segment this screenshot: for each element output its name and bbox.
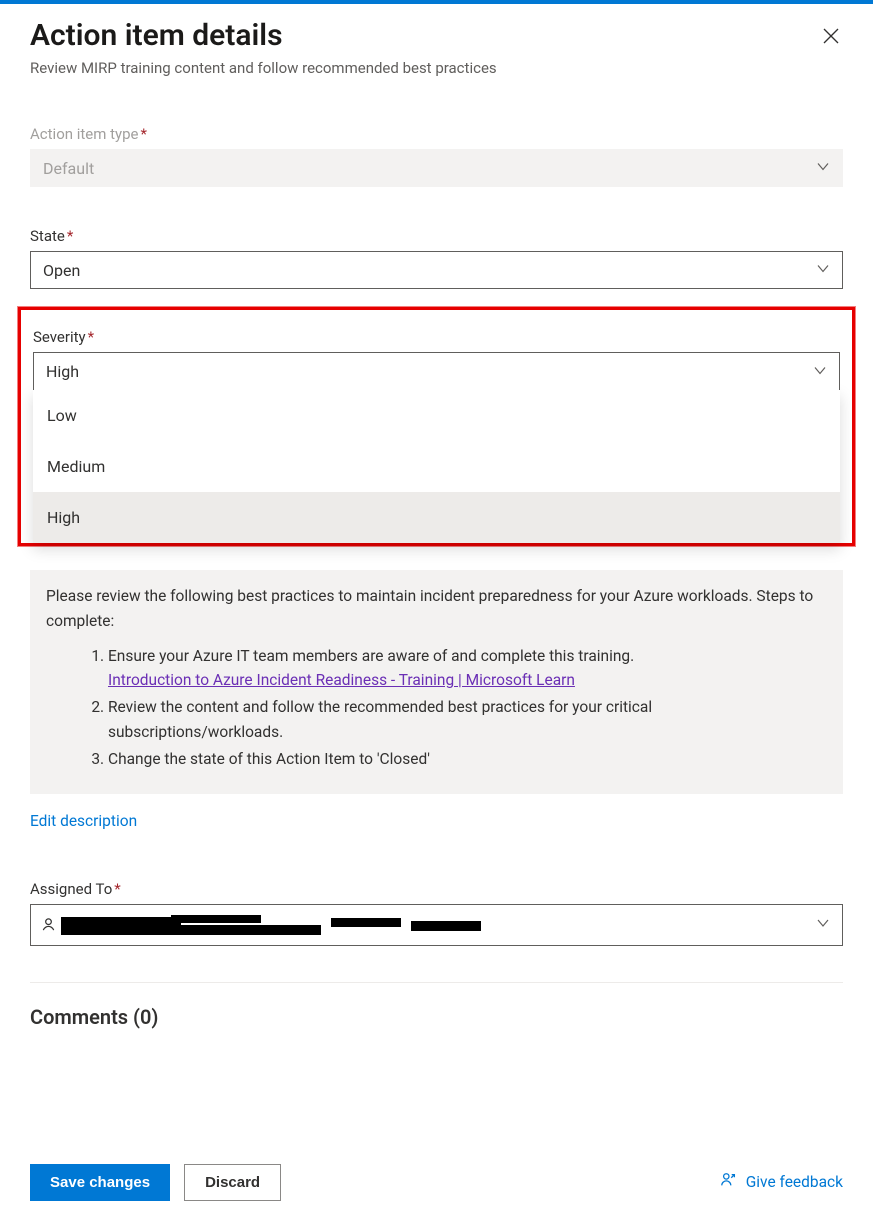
comments-heading: Comments (0) — [30, 1005, 843, 1029]
feedback-label: Give feedback — [746, 1173, 843, 1191]
person-icon — [41, 917, 56, 932]
severity-highlight-annotation: Severity* High Low Medium High — [18, 307, 855, 546]
required-asterisk: * — [141, 125, 147, 143]
required-asterisk: * — [67, 227, 73, 245]
save-button[interactable]: Save changes — [30, 1164, 170, 1201]
dropdown-value: Open — [43, 261, 80, 280]
description-box: Please review the following best practic… — [30, 570, 843, 794]
assigned-to-label: Assigned To* — [30, 880, 843, 898]
training-link[interactable]: Introduction to Azure Incident Readiness… — [108, 671, 575, 689]
state-label: State* — [30, 227, 843, 245]
step-text: Ensure your Azure IT team members are aw… — [108, 647, 634, 665]
description-label-obscured — [30, 542, 843, 552]
close-button[interactable] — [819, 24, 843, 51]
action-item-type-dropdown: Default — [30, 149, 843, 187]
severity-dropdown[interactable]: High — [33, 352, 840, 390]
edit-description-link[interactable]: Edit description — [30, 812, 137, 830]
dropdown-value: High — [46, 362, 79, 381]
content-scroll[interactable]: Action item type* Default State* Open Se… — [0, 97, 865, 1119]
redacted-text — [331, 918, 401, 927]
section-divider — [30, 982, 843, 983]
chevron-down-icon — [816, 159, 830, 178]
description-intro: Please review the following best practic… — [46, 584, 827, 634]
page-title: Action item details — [30, 18, 497, 53]
close-icon — [823, 32, 839, 47]
severity-option-medium[interactable]: Medium — [33, 441, 840, 492]
discard-button[interactable]: Discard — [184, 1164, 281, 1201]
label-text: Assigned To — [30, 880, 112, 898]
severity-label: Severity* — [33, 328, 840, 346]
description-step-1: Ensure your Azure IT team members are aw… — [108, 644, 827, 694]
severity-option-high[interactable]: High — [33, 492, 840, 543]
label-text: Severity — [33, 328, 86, 346]
field-state: State* Open — [30, 227, 843, 289]
required-asterisk: * — [114, 880, 120, 898]
field-assigned-to: Assigned To* — [30, 880, 843, 946]
description-step-3: Change the state of this Action Item to … — [108, 747, 827, 772]
give-feedback-link[interactable]: Give feedback — [720, 1171, 843, 1193]
chevron-down-icon — [816, 916, 830, 934]
feedback-icon — [720, 1171, 738, 1193]
action-item-type-label: Action item type* — [30, 125, 843, 143]
field-action-item-type: Action item type* Default — [30, 125, 843, 187]
required-asterisk: * — [88, 328, 94, 346]
label-text: State — [30, 227, 65, 245]
chevron-down-icon — [816, 261, 830, 280]
state-dropdown[interactable]: Open — [30, 251, 843, 289]
description-step-2: Review the content and follow the recomm… — [108, 695, 827, 745]
chevron-down-icon — [813, 362, 827, 381]
severity-dropdown-list: Low Medium High — [33, 390, 840, 543]
assigned-to-dropdown[interactable] — [30, 904, 843, 946]
label-text: Action item type — [30, 125, 139, 143]
redacted-text — [61, 925, 321, 935]
dropdown-value: Default — [43, 159, 94, 178]
severity-option-low[interactable]: Low — [33, 390, 840, 441]
redacted-text — [171, 915, 261, 923]
page-subtitle: Review MIRP training content and follow … — [30, 59, 497, 77]
pane-header: Action item details Review MIRP training… — [0, 4, 873, 77]
field-severity: Severity* High Low Medium High — [33, 328, 840, 543]
redacted-text — [411, 921, 481, 931]
footer-bar: Save changes Discard Give feedback — [0, 1143, 873, 1221]
